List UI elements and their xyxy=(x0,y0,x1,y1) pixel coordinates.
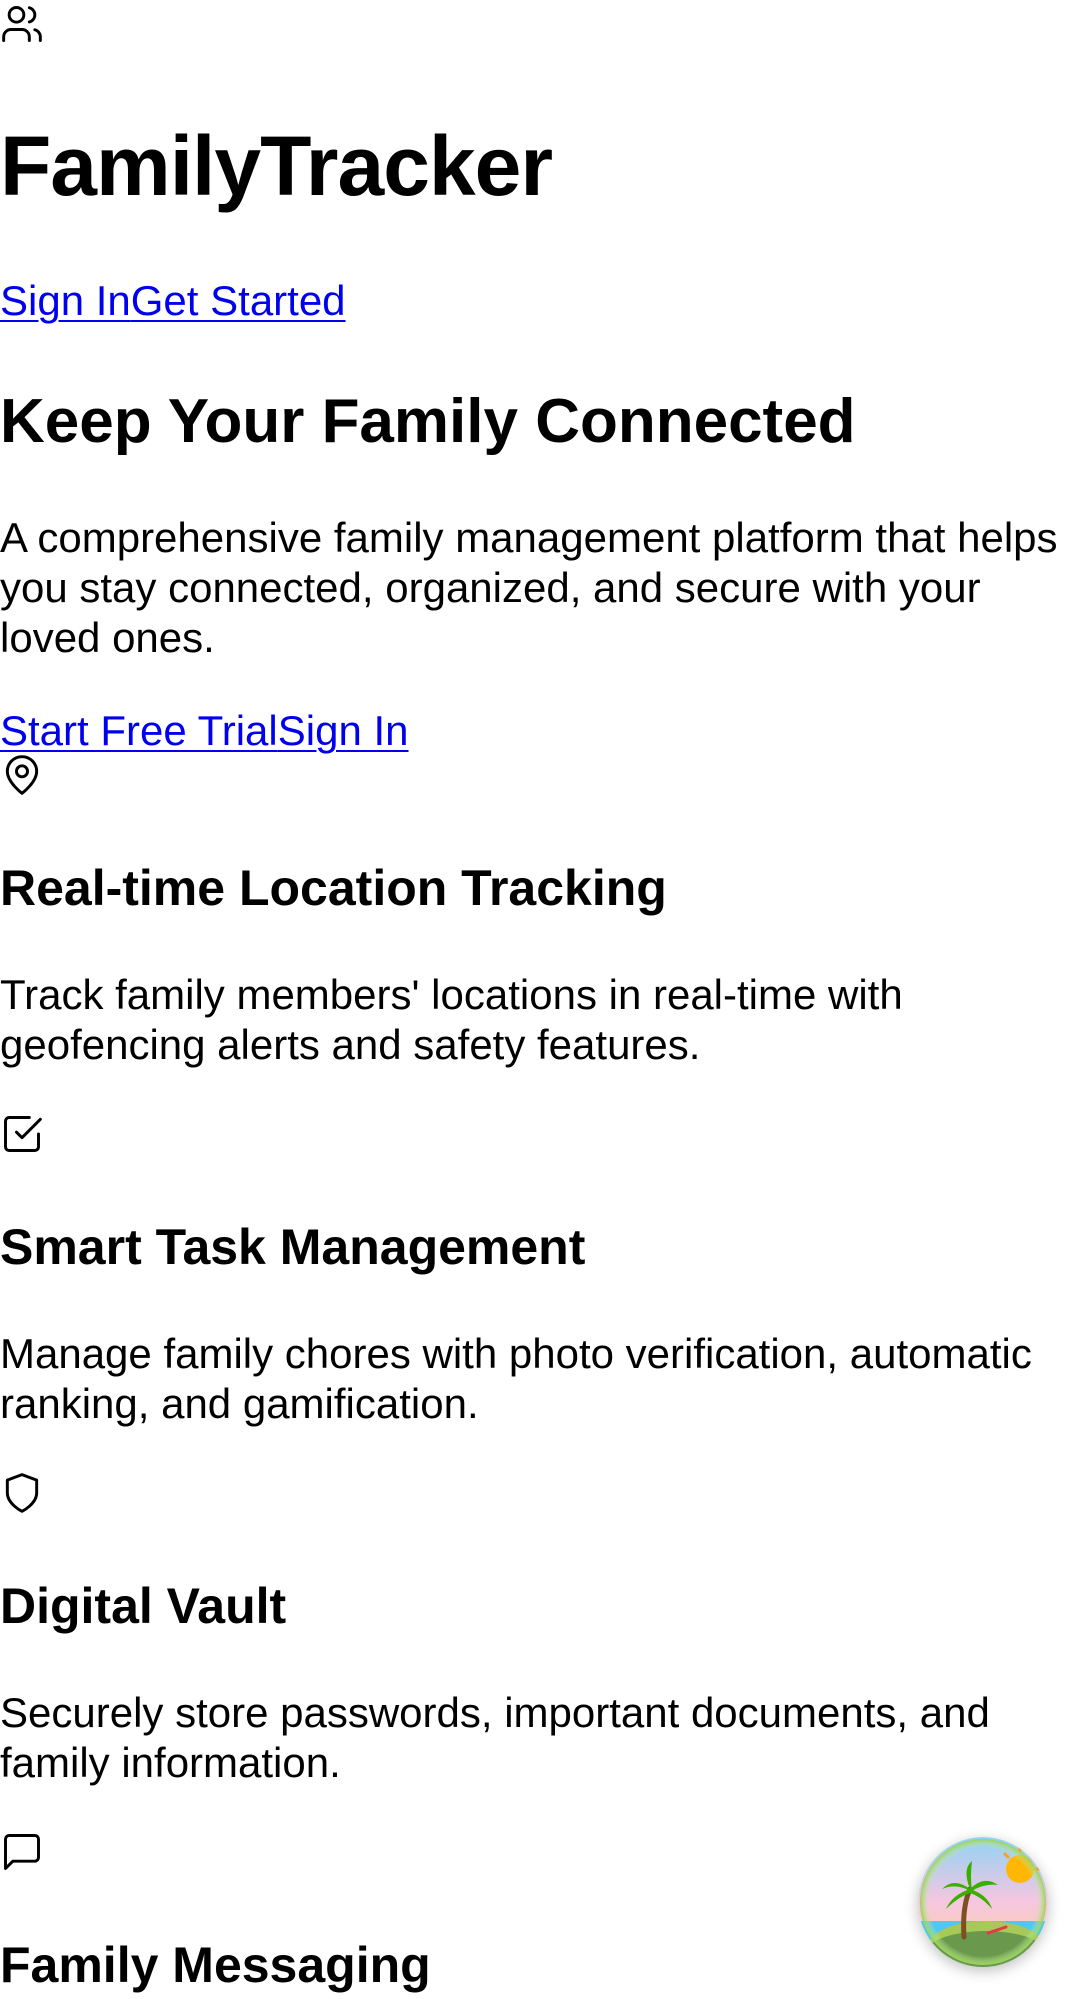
floating-avatar-button[interactable] xyxy=(918,1837,1048,1967)
hero-cta: Start Free TrialSign In xyxy=(0,706,409,756)
feature-title: Digital Vault xyxy=(0,1578,287,1634)
get-started-link[interactable]: Get Started xyxy=(131,277,346,324)
users-icon xyxy=(0,2,44,46)
hero-sign-in-link[interactable]: Sign In xyxy=(278,707,409,754)
hero-title: Keep Your Family Connected xyxy=(0,387,856,456)
map-pin-icon xyxy=(0,753,44,797)
message-square-icon xyxy=(0,1830,44,1874)
feature-description: Securely store passwords, important docu… xyxy=(0,1689,990,1786)
feature-title: Family Messaging xyxy=(0,1937,431,1993)
header-nav: Sign InGet Started xyxy=(0,276,346,326)
checkbox-icon xyxy=(0,1112,44,1156)
island-avatar-icon xyxy=(918,1837,1048,1967)
shield-icon xyxy=(0,1471,44,1515)
start-free-trial-link[interactable]: Start Free Trial xyxy=(0,707,278,754)
sign-in-link[interactable]: Sign In xyxy=(0,277,131,324)
feature-description: Manage family chores with photo verifica… xyxy=(0,1330,1032,1427)
feature-title: Real-time Location Tracking xyxy=(0,860,667,916)
brand-title: FamilyTracker xyxy=(0,119,553,213)
feature-description: Track family members' locations in real-… xyxy=(0,971,903,1068)
feature-title: Smart Task Management xyxy=(0,1219,586,1275)
hero-description: A comprehensive family management platfo… xyxy=(0,514,1058,661)
